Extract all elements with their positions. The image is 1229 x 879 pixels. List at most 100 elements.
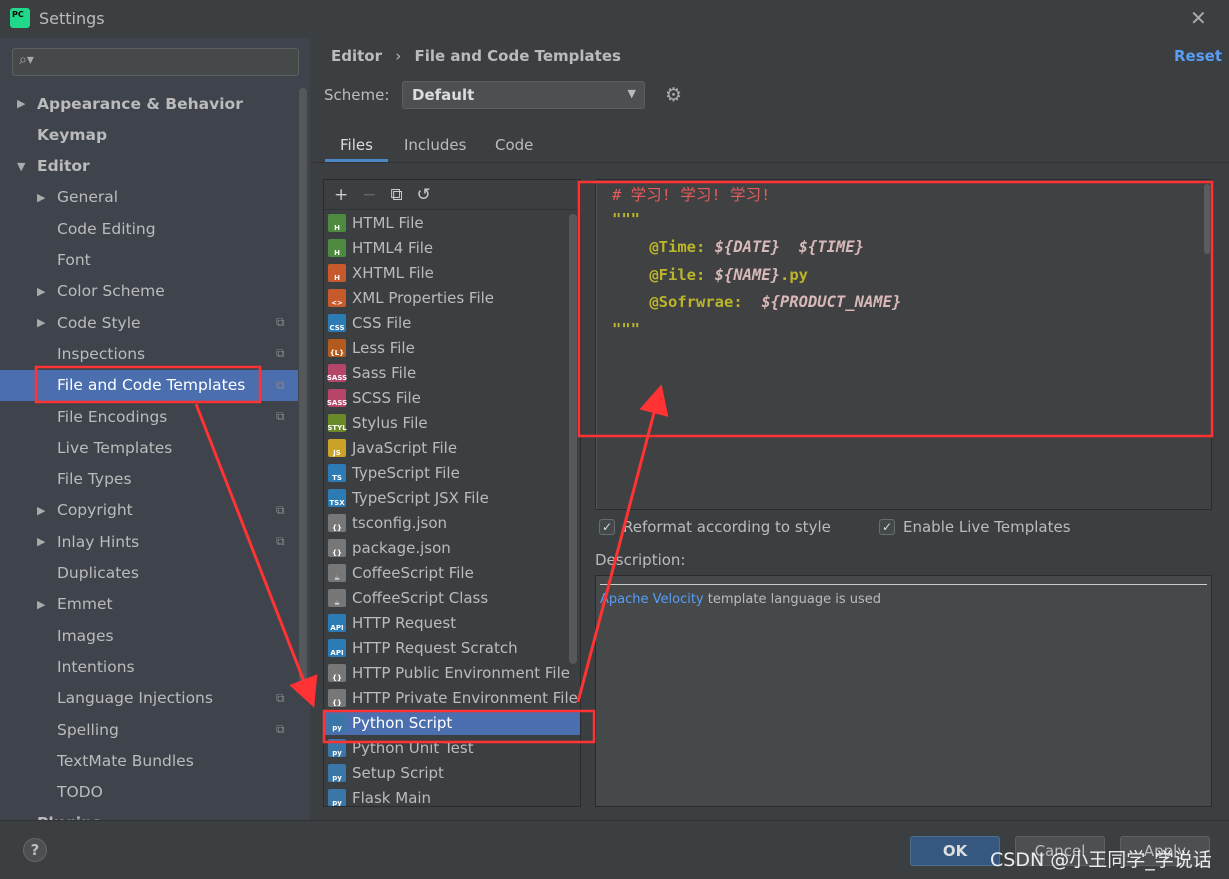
- remove-icon[interactable]: −: [362, 185, 376, 205]
- list-item[interactable]: SASS SCSS File: [324, 385, 580, 410]
- file-template-name: XML Properties File: [352, 288, 495, 307]
- list-item[interactable]: H HTML File: [324, 210, 580, 235]
- list-item[interactable]: {} tsconfig.json: [324, 510, 580, 535]
- sidebar-item-language-injections[interactable]: Language Injections ⧉: [0, 683, 298, 714]
- scheme-label: Scheme:: [324, 86, 390, 104]
- list-scrollbar[interactable]: [569, 214, 577, 664]
- template-list: + − ⧉ ↺ H HTML File H HTML4 File H XHTML File…: [323, 179, 581, 807]
- chevron-right-icon[interactable]: ▶: [37, 598, 45, 611]
- sidebar-item-file-encodings[interactable]: File Encodings ⧉: [0, 401, 298, 432]
- sidebar-item-label: Code Editing: [57, 219, 156, 238]
- list-item[interactable]: API HTTP Request Scratch: [324, 635, 580, 660]
- add-icon[interactable]: +: [334, 185, 348, 205]
- sidebar-item-font[interactable]: Font: [0, 245, 298, 276]
- sidebar-item-images[interactable]: Images: [0, 620, 298, 651]
- list-item[interactable]: {} HTTP Private Environment File: [324, 685, 580, 710]
- file-type-icon: <>: [328, 288, 346, 307]
- search-input[interactable]: ⌕▾: [12, 48, 299, 76]
- sidebar-item-spelling[interactable]: Spelling ⧉: [0, 714, 298, 745]
- list-item[interactable]: H HTML4 File: [324, 235, 580, 260]
- velocity-link[interactable]: Apache Velocity: [600, 592, 704, 607]
- file-template-name: Setup Script: [352, 763, 444, 782]
- sidebar-item-editor[interactable]: ▼ Editor: [0, 151, 298, 182]
- file-type-icon: TSX: [328, 488, 346, 507]
- live-templates-checkbox[interactable]: ✓ Enable Live Templates: [879, 518, 1071, 536]
- copy-icon[interactable]: ⧉: [391, 185, 403, 205]
- help-button[interactable]: ?: [23, 838, 47, 862]
- ok-button[interactable]: OK: [910, 836, 1000, 866]
- list-item[interactable]: CSS CSS File: [324, 310, 580, 335]
- editor-scrollbar[interactable]: [1204, 184, 1210, 254]
- file-template-name: HTTP Private Environment File: [352, 688, 578, 707]
- list-item[interactable]: py Flask Main: [324, 785, 580, 806]
- project-scope-icon: ⧉: [276, 377, 285, 392]
- close-icon[interactable]: ✕: [1190, 6, 1207, 30]
- tab-files[interactable]: Files: [325, 136, 388, 162]
- sidebar-item-inspections[interactable]: Inspections ⧉: [0, 338, 298, 369]
- sidebar-item-file-types[interactable]: File Types: [0, 464, 298, 495]
- sidebar-item-code-editing[interactable]: Code Editing: [0, 213, 298, 244]
- sidebar-item-todo[interactable]: TODO: [0, 777, 298, 808]
- list-item[interactable]: SASS Sass File: [324, 360, 580, 385]
- list-item[interactable]: py Python Script: [324, 710, 580, 735]
- list-item[interactable]: py Setup Script: [324, 760, 580, 785]
- list-item[interactable]: <> XML Properties File: [324, 285, 580, 310]
- sidebar-scrollbar[interactable]: [299, 88, 307, 683]
- breadcrumb-editor[interactable]: Editor: [331, 47, 382, 65]
- chevron-right-icon[interactable]: ▶: [37, 285, 45, 298]
- sidebar-item-appearance-behavior[interactable]: ▶ Appearance & Behavior: [0, 88, 298, 119]
- sidebar-item-general[interactable]: ▶ General: [0, 182, 298, 213]
- list-item[interactable]: STYL Stylus File: [324, 410, 580, 435]
- sidebar-item-inlay-hints[interactable]: ▶ Inlay Hints ⧉: [0, 526, 298, 557]
- sidebar-item-duplicates[interactable]: Duplicates: [0, 558, 298, 589]
- sidebar-item-keymap[interactable]: Keymap: [0, 119, 298, 150]
- breadcrumb-separator: ›: [395, 47, 402, 65]
- template-editor[interactable]: # 学习! 学习! 学习! """ @Time: ${DATE} ${TIME}…: [595, 179, 1212, 510]
- reformat-label: Reformat according to style: [623, 518, 831, 536]
- list-item[interactable]: py Python Unit Test: [324, 735, 580, 760]
- list-item[interactable]: JS JavaScript File: [324, 435, 580, 460]
- sidebar-item-code-style[interactable]: ▶ Code Style ⧉: [0, 307, 298, 338]
- list-item[interactable]: {L} Less File: [324, 335, 580, 360]
- sidebar-item-live-templates[interactable]: Live Templates: [0, 432, 298, 463]
- project-scope-icon: ⧉: [276, 502, 285, 517]
- list-item[interactable]: TSX TypeScript JSX File: [324, 485, 580, 510]
- sidebar-item-file-and-code-templates[interactable]: File and Code Templates ⧉: [0, 369, 298, 401]
- check-icon: ✓: [879, 519, 895, 535]
- chevron-right-icon[interactable]: ▶: [17, 97, 25, 110]
- code-line: @Sofrwrae: ${PRODUCT_NAME}: [612, 293, 902, 311]
- reformat-checkbox[interactable]: ✓ Reformat according to style: [599, 518, 831, 536]
- divider: [310, 162, 1229, 163]
- chevron-right-icon[interactable]: ▶: [37, 535, 45, 548]
- tab-code[interactable]: Code: [480, 136, 548, 162]
- list-item[interactable]: {} HTTP Public Environment File: [324, 660, 580, 685]
- chevron-down-icon[interactable]: ▼: [17, 160, 25, 173]
- list-item[interactable]: ☕ CoffeeScript File: [324, 560, 580, 585]
- file-type-icon: ☕: [328, 563, 346, 582]
- list-item[interactable]: H XHTML File: [324, 260, 580, 285]
- file-type-icon: H: [328, 213, 346, 232]
- file-template-name: Python Script: [352, 713, 453, 732]
- file-type-icon: SASS: [327, 388, 347, 407]
- list-item[interactable]: API HTTP Request: [324, 610, 580, 635]
- chevron-right-icon[interactable]: ▶: [37, 316, 45, 329]
- sidebar-item-plugins[interactable]: Plugins: [0, 808, 298, 820]
- list-item[interactable]: ☕ CoffeeScript Class: [324, 585, 580, 610]
- tab-includes[interactable]: Includes: [389, 136, 481, 162]
- sidebar-item-textmate-bundles[interactable]: TextMate Bundles: [0, 745, 298, 776]
- scheme-dropdown[interactable]: Default ▼: [402, 81, 645, 109]
- sidebar-item-copyright[interactable]: ▶ Copyright ⧉: [0, 495, 298, 526]
- chevron-right-icon[interactable]: ▶: [37, 191, 45, 204]
- sidebar-item-label: Duplicates: [57, 564, 139, 582]
- list-item[interactable]: {} package.json: [324, 535, 580, 560]
- list-item[interactable]: TS TypeScript File: [324, 460, 580, 485]
- sidebar-item-intentions[interactable]: Intentions: [0, 651, 298, 682]
- reset-link[interactable]: Reset: [1174, 47, 1222, 65]
- file-template-name: CoffeeScript Class: [352, 588, 489, 607]
- reset-icon[interactable]: ↺: [417, 185, 431, 205]
- sidebar-item-color-scheme[interactable]: ▶ Color Scheme: [0, 276, 298, 307]
- sidebar-item-emmet[interactable]: ▶ Emmet: [0, 589, 298, 620]
- chevron-right-icon[interactable]: ▶: [37, 504, 45, 517]
- description-label: Description:: [595, 551, 686, 569]
- gear-icon[interactable]: ⚙: [665, 84, 682, 106]
